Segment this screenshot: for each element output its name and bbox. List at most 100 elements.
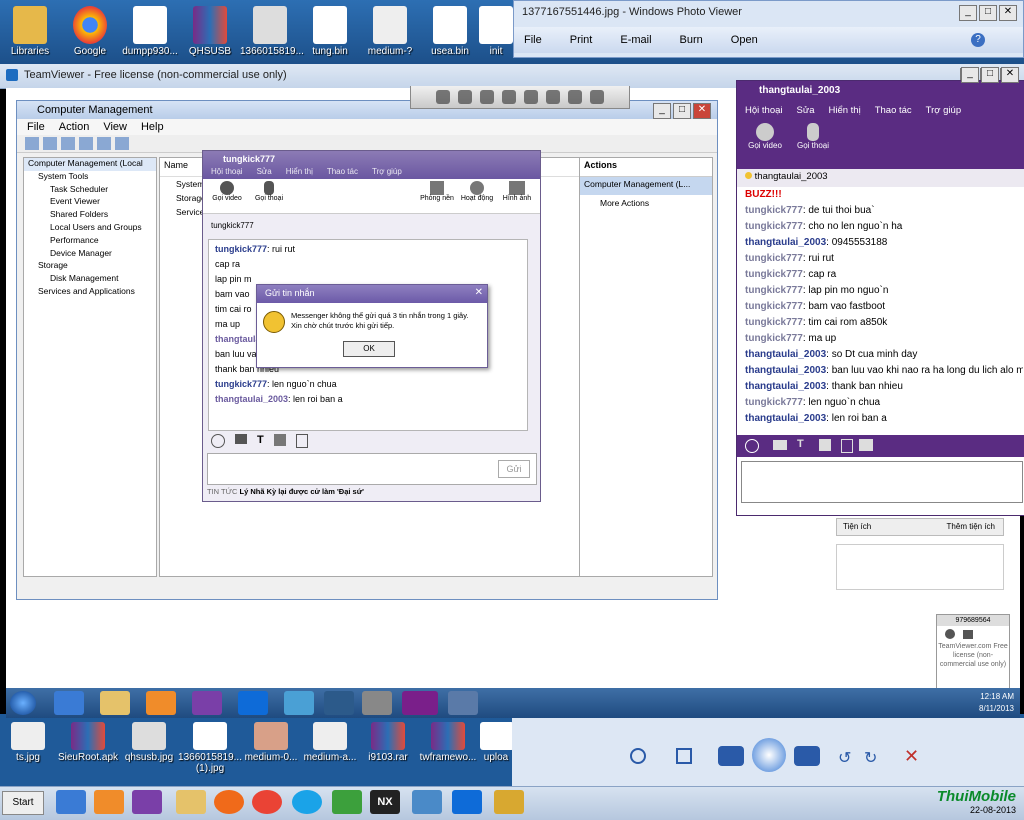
add-apps-link[interactable]: Thêm tiện ích bbox=[947, 522, 995, 531]
teamviewer-taskbar-icon[interactable] bbox=[452, 790, 482, 814]
close-button[interactable]: ✕ bbox=[1001, 67, 1019, 83]
record-icon[interactable] bbox=[945, 629, 955, 639]
network-app-icon[interactable] bbox=[362, 691, 392, 715]
message-input[interactable] bbox=[741, 461, 1023, 503]
help-icon[interactable]: ? bbox=[971, 33, 985, 47]
maximize-button[interactable]: □ bbox=[979, 5, 997, 21]
ym-big-contact[interactable]: thangtaulai_2003 bbox=[737, 169, 1024, 187]
close-session-icon[interactable] bbox=[590, 90, 604, 104]
minimize-button[interactable]: _ bbox=[959, 5, 977, 21]
buzz-icon[interactable] bbox=[273, 434, 286, 446]
desktop-icon-tungbin[interactable]: tung.bin bbox=[300, 6, 360, 57]
paint-icon[interactable] bbox=[494, 790, 524, 814]
tray-time[interactable]: 12:18 AM bbox=[864, 691, 1014, 703]
properties-icon[interactable] bbox=[115, 137, 129, 150]
attach-icon[interactable] bbox=[841, 439, 853, 453]
maximize-button[interactable]: □ bbox=[673, 103, 691, 119]
actions-selected[interactable]: Computer Management (L... bbox=[580, 177, 712, 195]
menu-file[interactable]: File bbox=[524, 34, 542, 46]
maximize-button[interactable]: □ bbox=[981, 67, 999, 83]
send-button[interactable]: Gửi bbox=[498, 460, 530, 478]
photos-button[interactable]: Hình ảnh bbox=[499, 181, 535, 202]
explorer-icon[interactable] bbox=[100, 691, 130, 715]
files-icon[interactable] bbox=[524, 90, 538, 104]
voice-call-button[interactable]: Gọi thoại bbox=[251, 181, 287, 202]
desktop-icon-medium[interactable]: medium-? bbox=[360, 6, 420, 57]
emoticon-icon[interactable] bbox=[211, 434, 225, 448]
yahoo-messenger-icon[interactable] bbox=[132, 790, 162, 814]
desktop-icon-twframework[interactable]: twframewo... bbox=[416, 722, 480, 763]
tree-item-task-scheduler[interactable]: Task Scheduler bbox=[24, 184, 156, 197]
ym-small-titlebar[interactable]: tungkick777 Hội thoại Sửa Hiển thị Thao … bbox=[203, 151, 540, 179]
menu-email[interactable]: E-mail bbox=[620, 34, 651, 46]
desktop-icon-image2[interactable]: 1366015819... (1).jpg bbox=[178, 722, 242, 774]
menu-item[interactable]: Sửa bbox=[797, 105, 815, 116]
menu-print[interactable]: Print bbox=[570, 34, 593, 46]
tree-item-storage[interactable]: Storage bbox=[24, 260, 156, 273]
ym-big-titlebar[interactable]: thangtaulai_2003 bbox=[737, 81, 1024, 101]
rotate-right-icon[interactable]: ↻ bbox=[864, 748, 877, 768]
desktop-icon-dump[interactable]: dumpp930... bbox=[120, 6, 180, 57]
yahoo-messenger-icon[interactable] bbox=[192, 691, 222, 715]
desktop-icon-qhsusbjpg[interactable]: qhsusb.jpg bbox=[120, 722, 178, 763]
ie-icon[interactable] bbox=[56, 790, 86, 814]
snapshot-icon[interactable] bbox=[773, 440, 787, 450]
menu-item[interactable]: Thao tác bbox=[327, 167, 358, 176]
menu-item[interactable]: Hội thoại bbox=[211, 167, 243, 176]
back-icon[interactable] bbox=[25, 137, 39, 150]
settings-icon[interactable] bbox=[480, 90, 494, 104]
chat-icon[interactable] bbox=[963, 629, 973, 639]
tree-item-shared-folders[interactable]: Shared Folders bbox=[24, 209, 156, 222]
tray-date[interactable]: 22-08-2013 bbox=[896, 805, 1016, 815]
desktop-icon-i9103[interactable]: i9103.rar bbox=[360, 722, 416, 763]
desktop-icon-google[interactable]: Google bbox=[60, 6, 120, 57]
chrome-icon[interactable] bbox=[252, 790, 282, 814]
desktop-icon-sieuroot[interactable]: SieuRoot.apk bbox=[56, 722, 120, 763]
emoticon-icon[interactable] bbox=[745, 439, 759, 453]
device-app-icon[interactable] bbox=[448, 691, 478, 715]
actual-size-icon[interactable] bbox=[676, 748, 692, 764]
news-ticker[interactable]: TIN TỨC Lý Nhã Kỳ lại được cử làm 'Đại s… bbox=[207, 487, 364, 496]
zoom-icon[interactable] bbox=[630, 748, 646, 764]
tray-date[interactable]: 8/11/2013 bbox=[864, 703, 1014, 715]
switch-icon[interactable] bbox=[568, 90, 582, 104]
slideshow-icon[interactable] bbox=[752, 738, 786, 772]
tree-item-root[interactable]: Computer Management (Local bbox=[24, 158, 156, 171]
desktop-icon-mediuma[interactable]: medium-a... bbox=[300, 722, 360, 763]
skype-icon[interactable] bbox=[292, 790, 322, 814]
media-player-icon[interactable] bbox=[94, 790, 124, 814]
menu-view[interactable]: View bbox=[103, 121, 127, 133]
tree-item-services[interactable]: Services and Applications bbox=[24, 286, 156, 299]
next-icon[interactable] bbox=[794, 746, 820, 766]
voice-call-button[interactable]: Gọi thoại bbox=[793, 123, 833, 150]
start-orb-icon[interactable] bbox=[10, 691, 36, 715]
close-button[interactable]: ✕ bbox=[693, 103, 711, 119]
show-hide-icon[interactable] bbox=[79, 137, 93, 150]
previous-icon[interactable] bbox=[718, 746, 744, 766]
photo-viewer-icon[interactable] bbox=[412, 790, 442, 814]
delete-icon[interactable]: ✕ bbox=[904, 746, 919, 767]
video-call-button[interactable]: Gọi video bbox=[209, 181, 245, 202]
tree-item-disk-management[interactable]: Disk Management bbox=[24, 273, 156, 286]
menu-item[interactable]: Hội thoại bbox=[745, 105, 783, 116]
grid-icon[interactable] bbox=[546, 90, 560, 104]
desktop-icon-image1[interactable]: 1366015819... bbox=[240, 6, 304, 57]
tree-item-event-viewer[interactable]: Event Viewer bbox=[24, 196, 156, 209]
help-icon[interactable] bbox=[97, 137, 111, 150]
video-call-button[interactable]: Gọi video bbox=[745, 123, 785, 150]
hex-app-icon[interactable] bbox=[402, 691, 438, 715]
more-actions-link[interactable]: More Actions bbox=[580, 195, 712, 211]
rotate-left-icon[interactable]: ↺ bbox=[838, 748, 851, 768]
desktop-icon-tsjpg[interactable]: ts.jpg bbox=[0, 722, 56, 763]
background-button[interactable]: Phòng nền bbox=[419, 181, 455, 202]
snapshot-icon[interactable] bbox=[235, 434, 247, 444]
desktop-icon-qhsusb[interactable]: QHSUSB bbox=[180, 6, 240, 57]
apps-tab[interactable]: Tiện ích bbox=[843, 522, 871, 531]
explorer-icon[interactable] bbox=[176, 790, 206, 814]
refresh-icon[interactable] bbox=[458, 90, 472, 104]
tree-item-device-manager[interactable]: Device Manager bbox=[24, 248, 156, 261]
desktop-icon-usea[interactable]: usea.bin bbox=[420, 6, 480, 57]
desktop-icon-init[interactable]: init bbox=[478, 6, 514, 57]
ok-button[interactable]: OK bbox=[343, 341, 395, 357]
attach-icon[interactable] bbox=[295, 434, 308, 448]
